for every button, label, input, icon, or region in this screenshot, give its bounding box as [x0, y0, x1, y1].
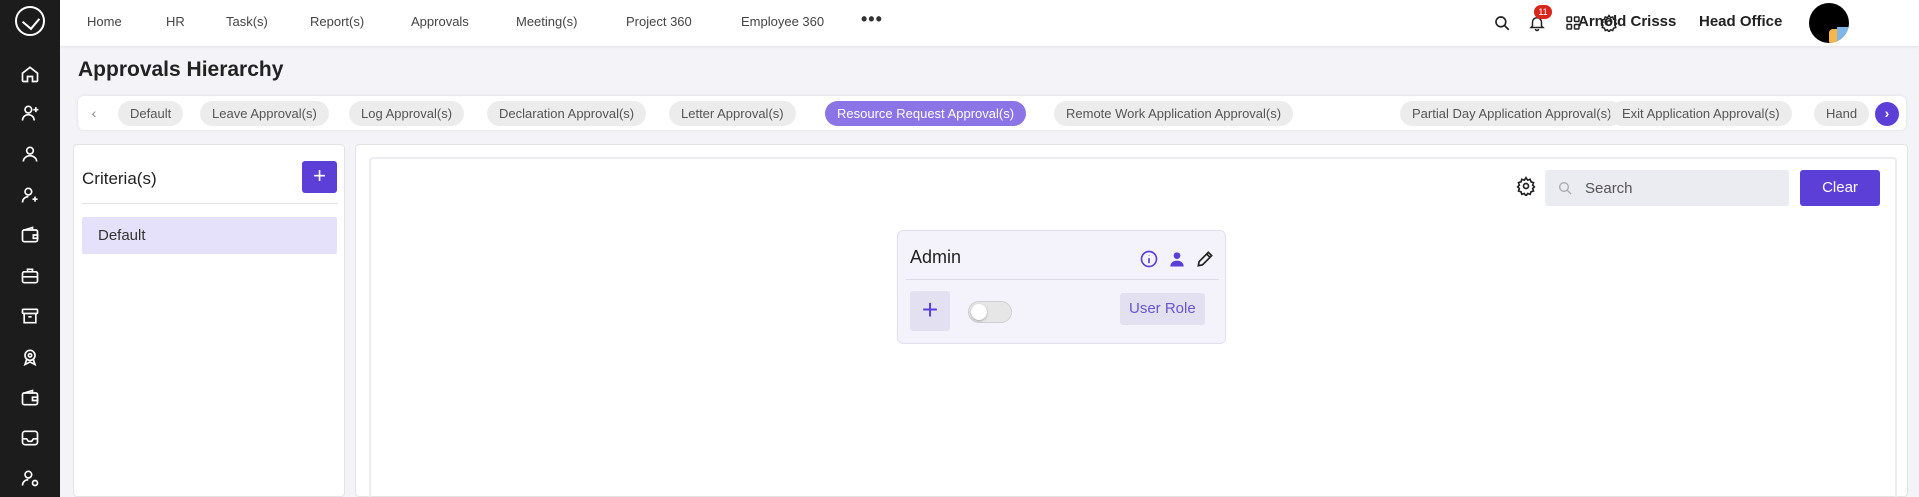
- approver-card: Admin + User Role: [897, 230, 1226, 344]
- search-icon[interactable]: [1492, 13, 1512, 33]
- notification-badge: 11: [1534, 5, 1552, 19]
- criteria-title: Criteria(s): [82, 169, 157, 188]
- criteria-panel: Criteria(s) + Default: [73, 144, 345, 497]
- divider: [82, 203, 338, 204]
- tab-remote-work-application-approvals[interactable]: Remote Work Application Approval(s): [1054, 101, 1294, 126]
- page-title: Approvals Hierarchy: [78, 58, 284, 81]
- office-name[interactable]: Head Office: [1699, 13, 1782, 30]
- approver-toggle[interactable]: [968, 301, 1012, 323]
- tab-exit-application-approvals[interactable]: Exit Application Approval(s): [1610, 101, 1792, 126]
- user-name[interactable]: Arnold Crisss: [1578, 13, 1676, 30]
- divider: [906, 279, 1219, 280]
- user-plus-icon[interactable]: [18, 101, 42, 125]
- badge-icon[interactable]: [18, 345, 42, 369]
- archive-icon[interactable]: [18, 304, 42, 328]
- home-icon[interactable]: [18, 62, 42, 86]
- inbox-icon[interactable]: [18, 426, 42, 450]
- edit-icon[interactable]: [1194, 248, 1216, 270]
- tab-hand[interactable]: Hand: [1814, 101, 1870, 126]
- card-icon[interactable]: [18, 386, 42, 410]
- search-icon: [1559, 182, 1572, 195]
- tab-letter-approvals[interactable]: Letter Approval(s): [669, 101, 796, 126]
- nav-home[interactable]: Home: [87, 14, 122, 29]
- tab-partial-day-application-approvals[interactable]: Partial Day Application Approval(s): [1400, 101, 1624, 126]
- nav-tasks[interactable]: Task(s): [226, 14, 268, 29]
- nav-meetings[interactable]: Meeting(s): [516, 14, 577, 29]
- settings-gear-icon[interactable]: [1516, 176, 1536, 198]
- tab-leave-approvals[interactable]: Leave Approval(s): [200, 101, 329, 126]
- briefcase-icon[interactable]: [18, 264, 42, 288]
- tab-default[interactable]: Default: [118, 101, 184, 126]
- nav-project-360[interactable]: Project 360: [626, 14, 692, 29]
- add-approver-button[interactable]: +: [910, 291, 950, 331]
- nav-reports[interactable]: Report(s): [310, 14, 364, 29]
- user-add-icon[interactable]: [18, 183, 42, 207]
- avatar[interactable]: [1809, 3, 1849, 43]
- approval-tabs: ‹ Default Leave Approval(s) Log Approval…: [78, 96, 1906, 130]
- user-icon[interactable]: [18, 142, 42, 166]
- user-icon[interactable]: [1166, 248, 1188, 270]
- tab-resource-request-approvals[interactable]: Resource Request Approval(s): [825, 101, 1027, 126]
- tabs-next-button[interactable]: ›: [1875, 102, 1899, 126]
- nav-approvals[interactable]: Approvals: [411, 14, 469, 29]
- tab-declaration-approvals[interactable]: Declaration Approval(s): [487, 101, 647, 126]
- criteria-item-default[interactable]: Default: [82, 217, 337, 254]
- info-icon[interactable]: [1138, 248, 1160, 270]
- logo-icon[interactable]: [15, 6, 45, 36]
- clear-button[interactable]: Clear: [1800, 170, 1880, 206]
- nav-hr[interactable]: HR: [166, 14, 185, 29]
- more-horizontal-icon[interactable]: •••: [861, 10, 883, 28]
- wallet-icon[interactable]: [18, 223, 42, 247]
- user-settings-icon[interactable]: [18, 466, 42, 490]
- tabs-prev-button[interactable]: ‹: [84, 103, 104, 123]
- card-title: Admin: [910, 247, 962, 267]
- user-role-button[interactable]: User Role: [1120, 293, 1205, 325]
- search-input[interactable]: [1585, 170, 1781, 206]
- nav-employee-360[interactable]: Employee 360: [741, 14, 824, 29]
- search-field: [1545, 170, 1789, 206]
- sidebar: [0, 0, 60, 497]
- tab-log-approvals[interactable]: Log Approval(s): [349, 101, 465, 126]
- add-criteria-button[interactable]: +: [302, 161, 337, 193]
